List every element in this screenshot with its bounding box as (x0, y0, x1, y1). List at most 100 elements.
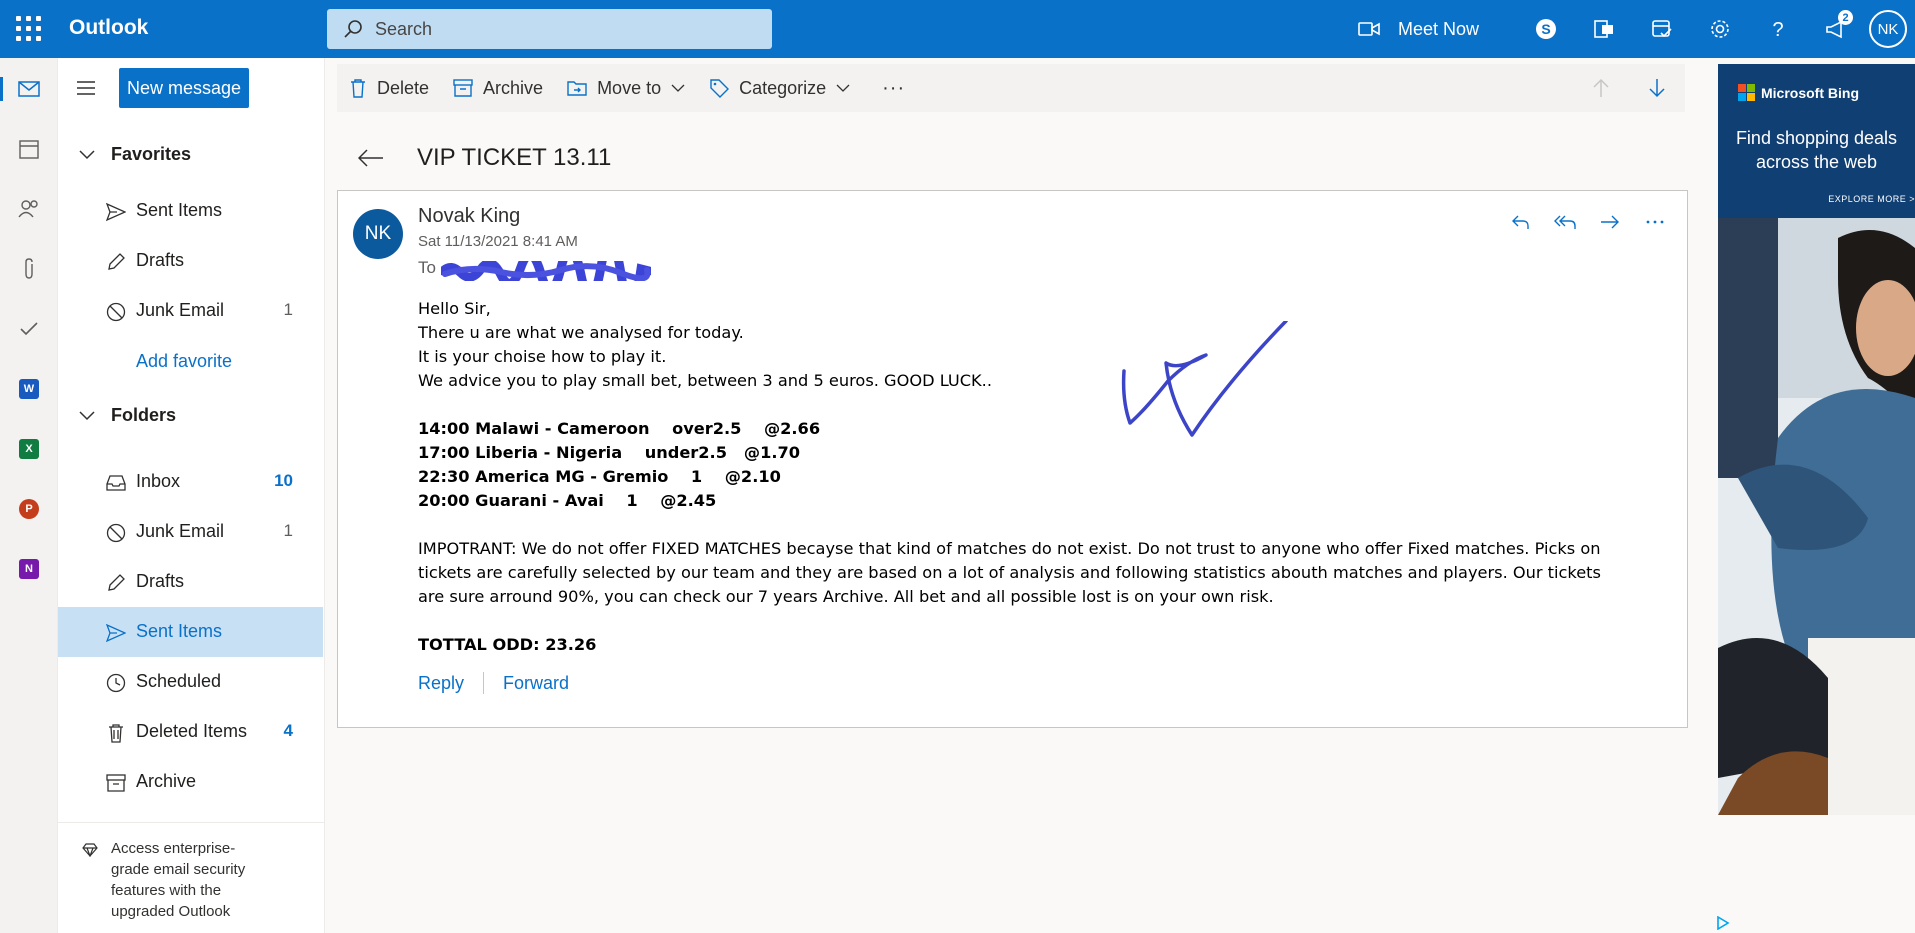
ad-cta[interactable]: EXPLORE MORE > (1828, 194, 1915, 204)
more-icon: ··· (882, 76, 906, 99)
reply-action[interactable] (1507, 209, 1532, 234)
delete-label: Delete (377, 77, 430, 98)
forward-action[interactable] (1597, 209, 1622, 234)
more-commands-button[interactable]: ··· (862, 64, 917, 112)
command-bar: Delete Archive Move to Categorize ··· (337, 64, 1685, 112)
chevron-down-icon (836, 84, 850, 92)
onenote-app-button[interactable]: N (0, 544, 58, 594)
skype-button[interactable]: S (1517, 0, 1575, 58)
powerpoint-icon: P (19, 499, 39, 519)
folder-label: Inbox (136, 471, 181, 491)
chevron-down-icon (671, 84, 685, 92)
upgrade-text: Access enterprise-grade email security f… (111, 840, 246, 920)
folder-item-sent-items[interactable]: Sent Items (58, 607, 323, 657)
unread-count: 4 (283, 721, 293, 740)
archive-button[interactable]: Archive (441, 64, 555, 112)
categorize-button[interactable]: Categorize (697, 64, 862, 112)
folder-label: Scheduled (136, 671, 222, 691)
folder-item-junk-email[interactable]: Junk Email 1 (58, 507, 323, 557)
skype-icon: S (1536, 19, 1556, 39)
more-icon (1646, 220, 1663, 223)
to-label: To (418, 258, 436, 277)
svg-text:S: S (1541, 21, 1550, 37)
settings-button[interactable] (1691, 0, 1749, 58)
folder-move-icon (567, 81, 587, 96)
hamburger-menu-icon[interactable] (77, 79, 95, 100)
people-app-button[interactable] (0, 184, 58, 234)
folder-label: Junk Email (136, 521, 225, 541)
move-to-button[interactable]: Move to (555, 64, 697, 112)
bing-logo: Microsoft Bing (1738, 84, 1859, 101)
files-app-button[interactable] (0, 244, 58, 294)
arrow-up-icon (1593, 78, 1609, 97)
adchoices-icon[interactable] (1716, 916, 1730, 930)
new-message-button[interactable]: New message (119, 68, 249, 108)
previous-message-button[interactable] (1573, 64, 1629, 112)
delete-button[interactable]: Delete (337, 64, 441, 112)
folder-item-drafts[interactable]: Drafts (58, 557, 323, 607)
search-box[interactable]: Search (327, 9, 772, 49)
reply-all-action[interactable] (1552, 209, 1577, 234)
archive-label: Archive (483, 77, 544, 98)
whats-new-button[interactable]: 2 (1807, 0, 1865, 58)
forward-button[interactable]: Forward (503, 673, 569, 694)
favorites-header[interactable]: Favorites (79, 144, 191, 165)
office-icon (1594, 20, 1613, 38)
favorite-item-sent-items[interactable]: Sent Items (58, 186, 323, 236)
folder-item-archive[interactable]: Archive (58, 757, 323, 807)
excel-app-button[interactable]: X (0, 424, 58, 474)
account-avatar[interactable]: NK (1869, 10, 1907, 48)
pick-line: 20:00 Guarani - Avai 1 @2.45 (418, 491, 717, 510)
reply-all-icon (1553, 215, 1576, 229)
powerpoint-app-button[interactable]: P (0, 484, 58, 534)
more-actions-button[interactable] (1642, 209, 1667, 234)
unread-count: 1 (283, 300, 293, 319)
folder-item-scheduled[interactable]: Scheduled (58, 657, 323, 707)
arrow-left-icon (358, 149, 383, 167)
todo-app-button[interactable] (0, 304, 58, 354)
app-launcher-icon[interactable] (16, 16, 42, 42)
meet-now-button[interactable]: Meet Now (1358, 19, 1479, 40)
help-button[interactable]: ? (1749, 0, 1807, 58)
calendar-app-button[interactable] (0, 124, 58, 174)
message-body: Hello Sir, There u are what we analysed … (418, 297, 1618, 657)
chevron-down-icon (79, 149, 95, 159)
word-app-button[interactable]: W (0, 364, 58, 414)
mail-app-button[interactable] (0, 64, 58, 114)
sender-name[interactable]: Novak King (418, 205, 520, 228)
top-bar: Outlook Search Meet Now S ? 2 NK (0, 0, 1915, 58)
svg-text:?: ? (1772, 19, 1783, 40)
office-apps-button[interactable] (1575, 0, 1633, 58)
favorite-item-drafts[interactable]: Drafts (58, 236, 323, 286)
sender-avatar[interactable]: NK (353, 209, 403, 259)
pick-line: 17:00 Liberia - Nigeria under2.5 @1.70 (418, 443, 801, 462)
folder-label: Junk Email (136, 300, 225, 320)
my-day-button[interactable] (1633, 0, 1691, 58)
folder-label: Drafts (136, 250, 185, 270)
unread-count: 1 (283, 521, 293, 540)
folder-pane: New message Favorites Sent Items Drafts … (58, 58, 325, 933)
pick-line: 14:00 Malawi - Cameroon over2.5 @2.66 (418, 419, 821, 438)
meet-now-label: Meet Now (1397, 18, 1479, 39)
favorite-item-junk-email[interactable]: Junk Email 1 (58, 286, 323, 336)
next-message-button[interactable] (1629, 64, 1685, 112)
folder-item-inbox[interactable]: Inbox 10 (58, 457, 323, 507)
message-subject: VIP TICKET 13.11 (417, 144, 612, 171)
folder-item-deleted-items[interactable]: Deleted Items 4 (58, 707, 323, 757)
subject-row: VIP TICKET 13.11 (337, 128, 611, 188)
diamond-icon (82, 843, 98, 857)
people-icon (18, 200, 38, 218)
folders-header[interactable]: Folders (79, 405, 176, 426)
folders-label: Folders (111, 405, 177, 425)
upgrade-banner[interactable]: Access enterprise-grade email security f… (58, 822, 324, 933)
advertisement[interactable]: Microsoft Bing Find shopping deals acros… (1718, 64, 1915, 815)
app-title[interactable]: Outlook (69, 16, 148, 40)
inbox-icon (106, 475, 126, 491)
reply-button[interactable]: Reply (418, 673, 464, 694)
ad-brand: Microsoft Bing (1761, 84, 1859, 101)
folder-label: Drafts (136, 571, 185, 591)
reply-icon (1511, 215, 1529, 229)
archive-icon (106, 774, 126, 792)
back-button[interactable] (337, 138, 405, 178)
add-favorite-link[interactable]: Add favorite (136, 351, 232, 372)
